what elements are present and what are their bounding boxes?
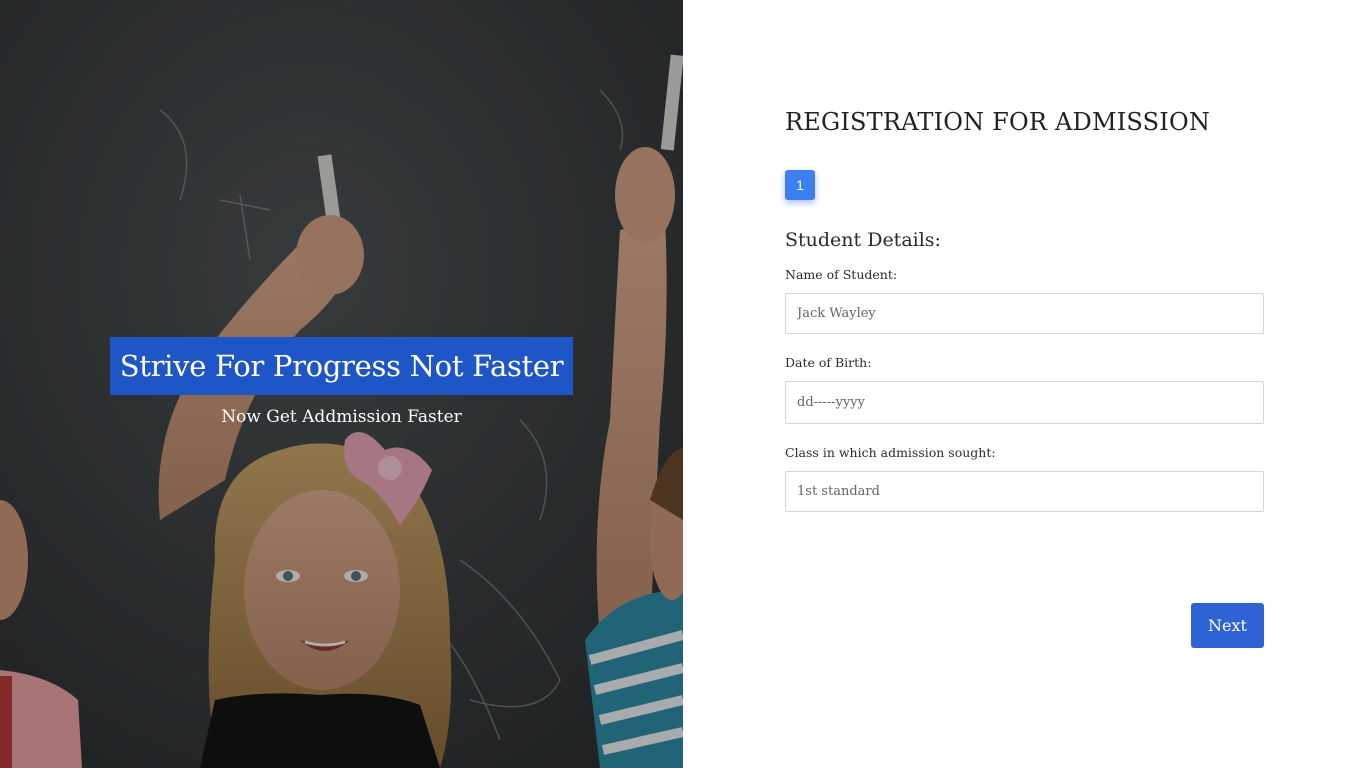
student-name-input[interactable] [785,293,1264,334]
form-heading: REGISTRATION FOR ADMISSION [785,108,1211,136]
next-button[interactable]: Next [1191,603,1264,648]
step-indicator[interactable]: 1 [785,170,815,200]
hero-title: Strive For Progress Not Faster [119,349,564,383]
hero-title-banner: Strive For Progress Not Faster [110,337,573,395]
registration-page: Strive For Progress Not Faster Now Get A… [0,0,1366,768]
student-name-label: Name of Student: [785,267,898,282]
registration-form: REGISTRATION FOR ADMISSION 1 Student Det… [683,0,1366,768]
date-of-birth-label: Date of Birth: [785,355,872,370]
section-title: Student Details: [785,229,941,251]
admission-class-label: Class in which admission sought: [785,445,996,460]
admission-class-input[interactable] [785,471,1264,512]
hero-section: Strive For Progress Not Faster Now Get A… [0,0,683,768]
hero-subtitle: Now Get Addmission Faster [221,407,462,427]
date-of-birth-input[interactable] [785,381,1264,424]
